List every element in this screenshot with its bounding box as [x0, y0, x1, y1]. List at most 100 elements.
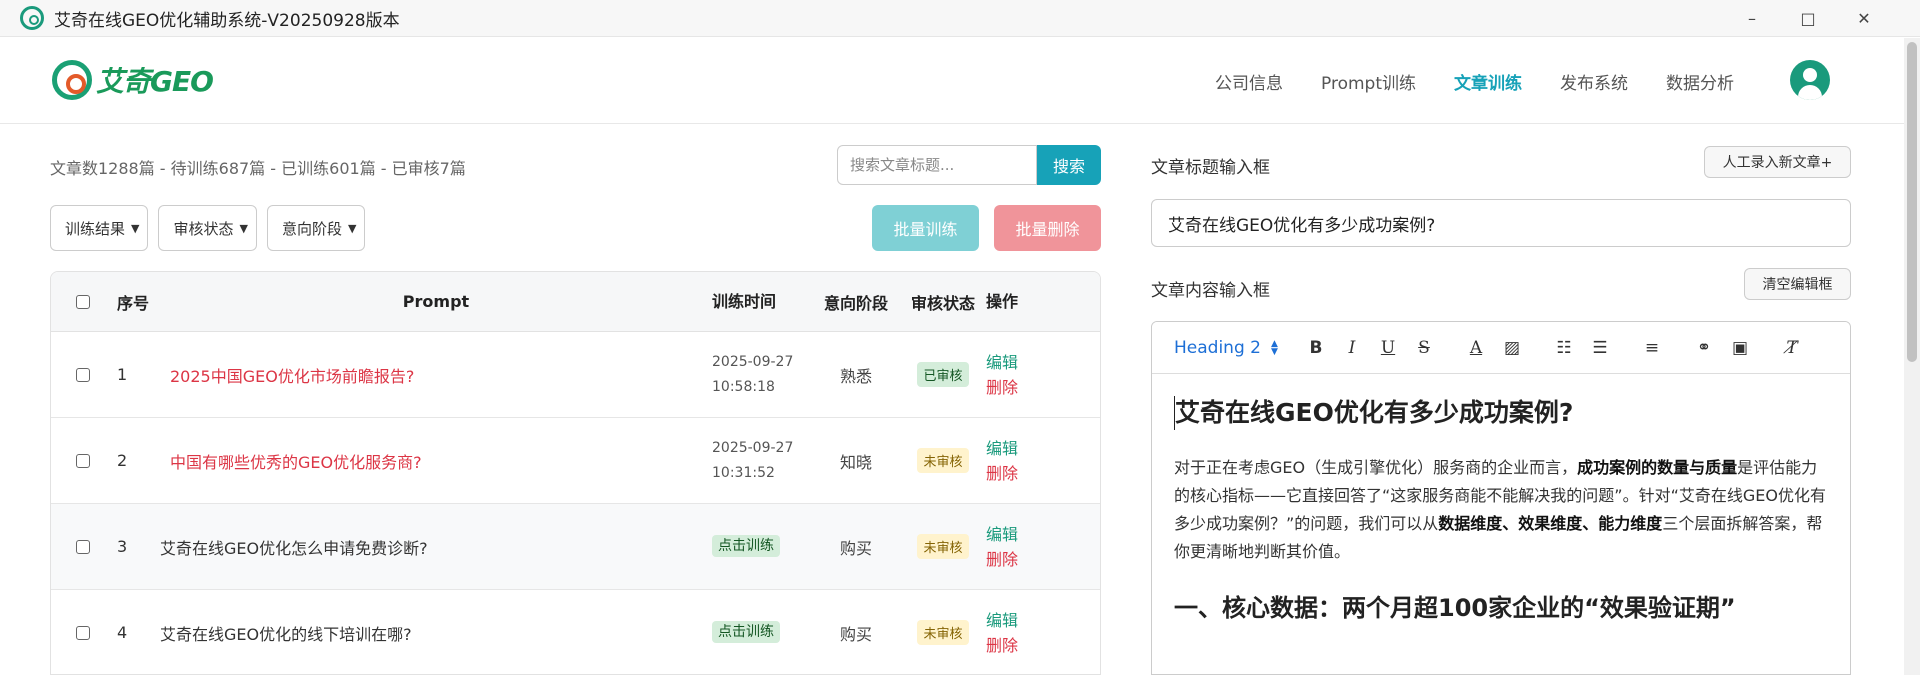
row-stage: 知晓 — [839, 452, 872, 472]
status-badge: 未审核 — [917, 620, 969, 645]
row-prompt-link[interactable]: 2025中国GEO优化市场前瞻报告? — [170, 367, 414, 386]
table-row: 1 2025中国GEO优化市场前瞻报告? 2025-09-27 10:58:18… — [51, 332, 1100, 418]
article-title-input[interactable] — [1151, 199, 1851, 247]
row-stage: 购买 — [839, 538, 872, 558]
row-train-time: 2025-09-27 10:58:18 — [712, 350, 812, 400]
table-header: 序号 Prompt 训练时间 意向阶段 审核状态 操作 — [51, 272, 1100, 332]
strike-icon[interactable]: S — [1406, 338, 1442, 358]
select-all-checkbox[interactable] — [76, 294, 90, 309]
nav-prompt-training[interactable]: Prompt训练 — [1321, 69, 1416, 94]
edit-link[interactable]: 编辑 — [986, 522, 1046, 547]
row-stage: 购买 — [839, 624, 872, 644]
delete-link[interactable]: 删除 — [986, 461, 1046, 486]
filter-label: 审核状态 — [173, 219, 234, 238]
filter-label: 训练结果 — [65, 219, 126, 238]
row-no: 2 — [117, 451, 128, 470]
editor-content[interactable]: 艾奇在线GEO优化有多少成功案例? 对于正在考虑GEO（生成引擎优化）服务商的企… — [1152, 374, 1850, 623]
chevron-down-icon: ▼ — [347, 221, 357, 235]
edit-link[interactable]: 编辑 — [986, 436, 1046, 461]
status-badge: 未审核 — [917, 534, 969, 559]
clear-format-icon[interactable]: T̸ — [1774, 338, 1810, 358]
col-audit: 审核状态 — [910, 293, 975, 313]
row-no: 3 — [117, 537, 128, 556]
row-checkbox[interactable] — [76, 367, 90, 382]
minimize-button[interactable]: – — [1724, 9, 1780, 28]
manual-entry-button[interactable]: 人工录入新文章+ — [1704, 146, 1851, 178]
editor-toolbar: Heading 2 ▲ ▼ B I U S A ▨ ☷ ☰ ≡ ⚭ ▣ T̸ — [1152, 322, 1850, 374]
heading-select-value: Heading 2 — [1174, 337, 1261, 358]
train-now-button[interactable]: 点击训练 — [712, 535, 780, 557]
image-icon[interactable]: ▣ — [1722, 338, 1758, 358]
text-color-icon[interactable]: A — [1458, 338, 1494, 358]
row-no: 1 — [117, 365, 128, 384]
maximize-button[interactable]: □ — [1780, 9, 1836, 28]
underline-icon[interactable]: U — [1370, 338, 1406, 358]
rich-text-editor: Heading 2 ▲ ▼ B I U S A ▨ ☷ ☰ ≡ ⚭ ▣ T̸ 艾奇… — [1151, 321, 1851, 675]
page-scrollbar[interactable] — [1904, 38, 1920, 675]
updown-icon: ▲ ▼ — [1270, 338, 1278, 357]
nav-publish-system[interactable]: 发布系统 — [1560, 69, 1628, 94]
row-checkbox[interactable] — [76, 539, 90, 554]
row-no: 4 — [117, 623, 128, 642]
user-avatar-icon[interactable] — [1790, 60, 1830, 100]
edit-link[interactable]: 编辑 — [986, 350, 1046, 375]
table-row: 2 中国有哪些优秀的GEO优化服务商? 2025-09-27 10:31:52 … — [51, 418, 1100, 504]
nav-company-info[interactable]: 公司信息 — [1215, 69, 1283, 94]
content-heading: 艾奇在线GEO优化有多少成功案例? — [1174, 396, 1828, 430]
search-button[interactable]: 搜索 — [1037, 145, 1101, 185]
scrollbar-thumb[interactable] — [1907, 42, 1917, 362]
article-table: 序号 Prompt 训练时间 意向阶段 审核状态 操作 1 2025中国GEO优… — [50, 271, 1101, 675]
col-prompt: Prompt — [402, 292, 470, 311]
batch-train-button[interactable]: 批量训练 — [872, 205, 979, 251]
heading-select[interactable]: Heading 2 ▲ ▼ — [1174, 338, 1282, 358]
logo-mark-icon — [52, 60, 92, 100]
filter-audit-status[interactable]: 审核状态 ▼ — [158, 205, 257, 251]
search-input[interactable] — [837, 145, 1037, 185]
delete-link[interactable]: 删除 — [986, 547, 1046, 572]
row-prompt-text: 艾奇在线GEO优化怎么申请免费诊断? — [160, 538, 428, 558]
row-checkbox[interactable] — [76, 453, 90, 468]
chevron-down-icon: ▼ — [131, 221, 140, 235]
content-subheading: 一、核心数据：两个月超100家企业的“效果验证期” — [1174, 594, 1736, 622]
align-icon[interactable]: ≡ — [1634, 338, 1670, 358]
italic-icon[interactable]: I — [1334, 338, 1370, 358]
search-bar: 搜索 — [837, 145, 1101, 185]
row-prompt-link[interactable]: 中国有哪些优秀的GEO优化服务商? — [170, 453, 422, 472]
nav-article-training[interactable]: 文章训练 — [1454, 69, 1522, 94]
status-badge: 已审核 — [917, 362, 969, 387]
row-train-clock: 10:31:52 — [712, 464, 775, 481]
bg-color-icon[interactable]: ▨ — [1494, 338, 1530, 358]
filter-train-result[interactable]: 训练结果 ▼ — [50, 205, 149, 251]
close-button[interactable]: ✕ — [1836, 9, 1892, 28]
content-input-label: 文章内容输入框 — [1151, 281, 1270, 301]
status-badge: 未审核 — [917, 448, 969, 473]
bold-icon[interactable]: B — [1298, 338, 1334, 358]
col-time: 训练时间 — [712, 292, 777, 311]
chevron-down-icon: ▼ — [239, 221, 248, 235]
filter-group: 训练结果 ▼ 审核状态 ▼ 意向阶段 ▼ — [50, 205, 366, 251]
nav-data-analysis[interactable]: 数据分析 — [1666, 69, 1734, 94]
batch-delete-button[interactable]: 批量删除 — [994, 205, 1101, 251]
bullet-list-icon[interactable]: ☰ — [1582, 338, 1618, 358]
delete-link[interactable]: 删除 — [986, 375, 1046, 400]
article-stats: 文章数1288篇 - 待训练687篇 - 已训练601篇 - 已审核7篇 — [50, 159, 466, 178]
col-ops: 操作 — [986, 292, 1019, 311]
train-now-button[interactable]: 点击训练 — [712, 621, 780, 643]
clear-editor-button[interactable]: 清空编辑框 — [1744, 268, 1851, 300]
window-controls: – □ ✕ — [1724, 0, 1892, 37]
ordered-list-icon[interactable]: ☷ — [1546, 338, 1582, 358]
col-no: 序号 — [117, 293, 150, 313]
logo-text: 艾奇GEO — [96, 65, 214, 98]
app-logo-icon — [20, 6, 44, 30]
delete-link[interactable]: 删除 — [986, 633, 1046, 658]
window-titlebar: 艾奇在线GEO优化辅助系统-V20250928版本 – □ ✕ — [0, 0, 1920, 37]
brand-logo[interactable]: 艾奇GEO — [52, 60, 214, 100]
content-paragraph: 对于正在考虑GEO（生成引擎优化）服务商的企业而言，成功案例的数量与质量是评估能… — [1174, 458, 1826, 561]
filter-intent-stage[interactable]: 意向阶段 ▼ — [266, 205, 366, 251]
row-stage: 熟悉 — [839, 366, 872, 386]
edit-link[interactable]: 编辑 — [986, 608, 1046, 633]
link-icon[interactable]: ⚭ — [1686, 338, 1722, 358]
window-title: 艾奇在线GEO优化辅助系统-V20250928版本 — [54, 10, 400, 31]
filter-label: 意向阶段 — [281, 219, 342, 238]
row-checkbox[interactable] — [76, 625, 90, 640]
